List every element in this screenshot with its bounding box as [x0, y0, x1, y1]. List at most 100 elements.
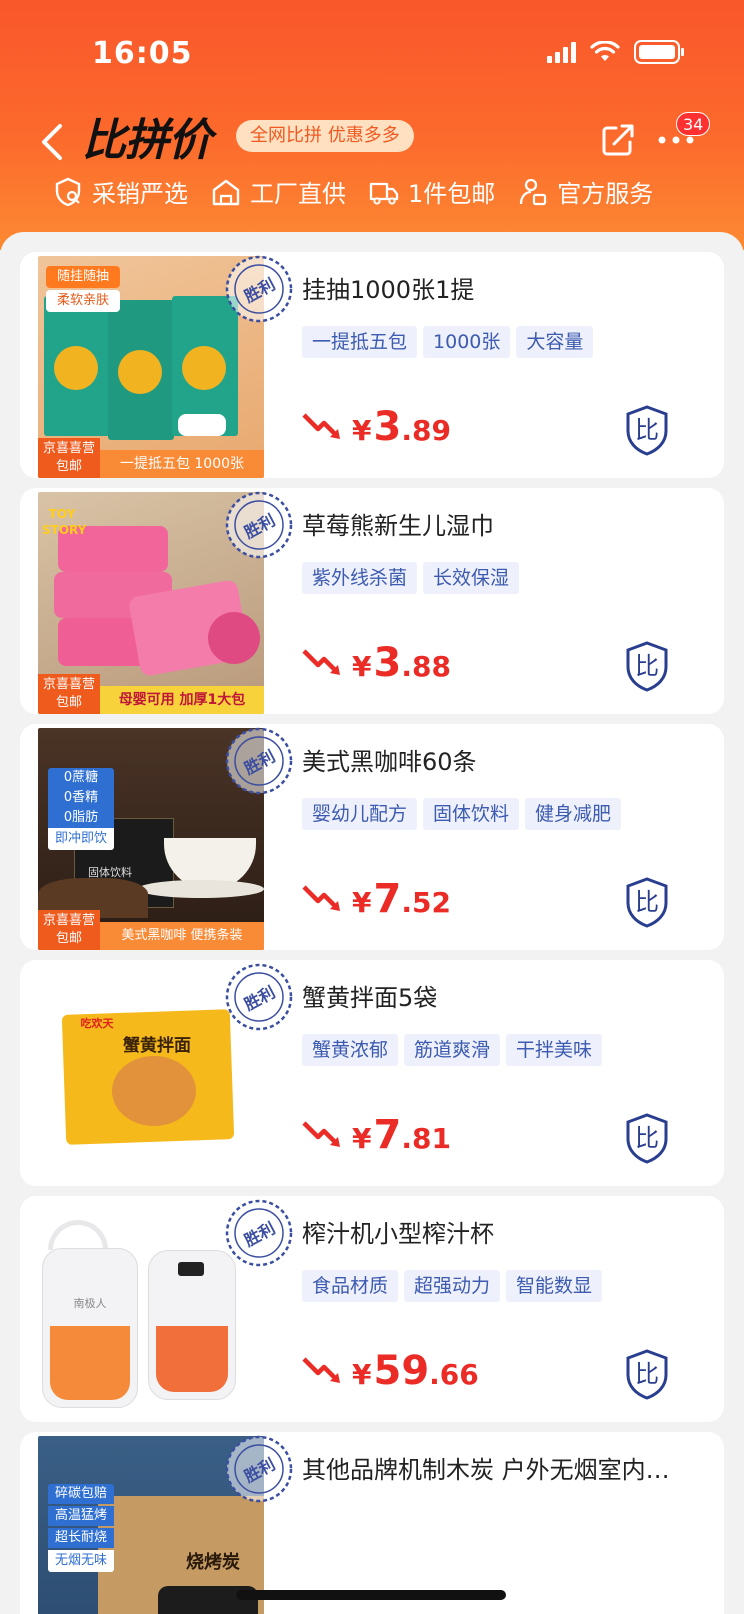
product-title[interactable]: 草莓熊新生儿湿巾	[302, 506, 702, 541]
product-title[interactable]: 蟹黄拌面5袋	[302, 978, 702, 1013]
price-integer: 7	[373, 1112, 402, 1158]
compare-button[interactable]: 比	[624, 876, 670, 928]
tag-list: 食品材质 超强动力 智能数显	[302, 1270, 603, 1302]
price-integer: 59	[373, 1348, 430, 1394]
product-tag: 长效保湿	[423, 562, 520, 594]
product-card[interactable]: 0蔗糖 0香精 0脂肪 即冲即饮 固体饮料 京喜喜营 包邮 美式黑咖啡 便携条装…	[20, 724, 724, 950]
price-integer: 3	[373, 404, 402, 450]
compare-label: 比	[635, 888, 659, 916]
product-tag: 超强动力	[404, 1270, 501, 1302]
compare-button[interactable]: 比	[624, 404, 670, 456]
status-time: 16:05	[92, 36, 193, 71]
product-tag: 大容量	[516, 326, 594, 358]
price: ¥3.88	[302, 640, 451, 686]
image-caption: 超长耐烧	[48, 1528, 114, 1548]
wifi-icon	[590, 41, 620, 61]
share-button[interactable]	[600, 122, 636, 158]
product-tag: 紫外线杀菌	[302, 562, 418, 594]
product-list: 随挂随抽 柔软亲肤 京喜喜营 包邮 一提抵五包 1000张 胜利 挂抽1000张…	[0, 232, 744, 1614]
price: ¥3.89	[302, 404, 451, 450]
price-decimal: .88	[401, 650, 451, 683]
price-decimal: .52	[401, 886, 451, 919]
more-count-badge: 34	[676, 112, 711, 136]
feature-label: 官方服务	[557, 180, 654, 208]
product-tag: 婴幼儿配方	[302, 798, 418, 830]
winner-stamp: 胜利	[224, 490, 294, 560]
compare-button[interactable]: 比	[624, 640, 670, 692]
feature-item: 采销严选	[52, 174, 188, 209]
price: ¥7.81	[302, 1112, 451, 1158]
image-caption: 一提抵五包 1000张	[100, 450, 264, 478]
price-drop-icon	[302, 885, 340, 911]
price: ¥7.52	[302, 876, 451, 922]
price-integer: 7	[373, 876, 402, 922]
image-caption: 美式黑咖啡 便携条装	[100, 922, 264, 950]
product-tag: 智能数显	[506, 1270, 603, 1302]
price-drop-icon	[302, 649, 340, 675]
price-integer: 3	[373, 640, 402, 686]
product-tag: 1000张	[423, 326, 511, 358]
image-caption: 柔软亲肤	[46, 290, 120, 312]
product-tag: 蟹黄浓郁	[302, 1034, 399, 1066]
price-decimal: .81	[401, 1122, 451, 1155]
compare-label: 比	[635, 652, 659, 680]
feature-item: 1件包邮	[368, 174, 495, 209]
product-card[interactable]: 随挂随抽 柔软亲肤 京喜喜营 包邮 一提抵五包 1000张 胜利 挂抽1000张…	[20, 252, 724, 478]
price-decimal: .66	[429, 1358, 479, 1391]
product-title[interactable]: 其他品牌机制木炭 户外无烟室内…	[302, 1450, 702, 1485]
product-card[interactable]: 烧烤炭 碎碳包赔 高温猛烤 超长耐烧 无烟无味 胜利 其他品牌机制木炭 户外无烟…	[20, 1432, 724, 1614]
product-tag: 干拌美味	[506, 1034, 603, 1066]
feature-label: 采销严选	[92, 180, 188, 208]
feature-label: 工厂直供	[250, 180, 346, 208]
price: ¥59.66	[302, 1348, 479, 1394]
price-drop-icon	[302, 1357, 340, 1383]
product-tag: 健身减肥	[525, 798, 622, 830]
compare-label: 比	[635, 1124, 659, 1152]
winner-stamp: 胜利	[224, 962, 294, 1032]
product-tag: 固体饮料	[423, 798, 520, 830]
image-caption: 固体饮料	[88, 866, 132, 879]
signal-icon	[547, 41, 576, 63]
compare-button[interactable]: 比	[624, 1348, 670, 1400]
product-title[interactable]: 榨汁机小型榨汁杯	[302, 1214, 702, 1249]
image-badge: 京喜喜营 包邮	[38, 910, 100, 950]
image-caption: 南极人	[73, 1297, 107, 1310]
compare-label: 比	[635, 1360, 659, 1388]
product-card[interactable]: 吃欢天 蟹黄拌面 胜利 蟹黄拌面5袋 蟹黄浓郁 筋道爽滑 干拌美味 ¥7.81 …	[20, 960, 724, 1186]
image-caption: 母婴可用 加厚1大包	[100, 686, 264, 714]
image-caption: 吃欢天	[80, 1017, 114, 1030]
shield-check-icon	[55, 177, 81, 206]
image-badge: 京喜喜营 包邮	[38, 438, 100, 478]
feature-label: 1件包邮	[408, 180, 496, 208]
product-title[interactable]: 美式黑咖啡60条	[302, 742, 702, 777]
winner-stamp: 胜利	[224, 1434, 294, 1504]
feature-item: 官方服务	[517, 174, 653, 209]
feature-strip: 采销严选 工厂直供 1件包邮 官方服务	[52, 174, 653, 209]
winner-stamp: 胜利	[224, 726, 294, 796]
product-card[interactable]: TOY STORY 京喜喜营 包邮 母婴可用 加厚1大包 胜利 草莓熊新生儿湿巾…	[20, 488, 724, 714]
product-tag: 食品材质	[302, 1270, 399, 1302]
feature-item: 工厂直供	[210, 174, 346, 209]
product-tag: 筋道爽滑	[404, 1034, 501, 1066]
image-caption: 随挂随抽	[46, 266, 120, 288]
status-icons	[547, 40, 684, 64]
winner-stamp: 胜利	[224, 1198, 294, 1268]
product-title[interactable]: 挂抽1000张1提	[302, 270, 702, 305]
image-caption: 蟹黄拌面	[123, 1036, 191, 1056]
winner-stamp: 胜利	[224, 254, 294, 324]
product-tag: 一提抵五包	[302, 326, 418, 358]
image-caption: 无烟无味	[48, 1550, 114, 1572]
image-caption: 高温猛烤	[48, 1506, 114, 1526]
image-caption: 烧烤炭	[186, 1552, 240, 1573]
back-button[interactable]	[34, 120, 74, 164]
image-caption: TOY STORY	[42, 507, 87, 537]
image-caption: 碎碳包赔	[48, 1484, 114, 1504]
slogan-badge: 全网比拼 优惠多多	[236, 120, 414, 152]
compare-label: 比	[635, 416, 659, 444]
image-caption: 0脂肪	[48, 808, 114, 828]
compare-button[interactable]: 比	[624, 1112, 670, 1164]
tag-list: 紫外线杀菌 长效保湿	[302, 562, 520, 594]
home-indicator[interactable]	[236, 1590, 506, 1600]
house-icon	[212, 179, 240, 205]
product-card[interactable]: 南极人 胜利 榨汁机小型榨汁杯 食品材质 超强动力 智能数显 ¥59.66 比	[20, 1196, 724, 1422]
